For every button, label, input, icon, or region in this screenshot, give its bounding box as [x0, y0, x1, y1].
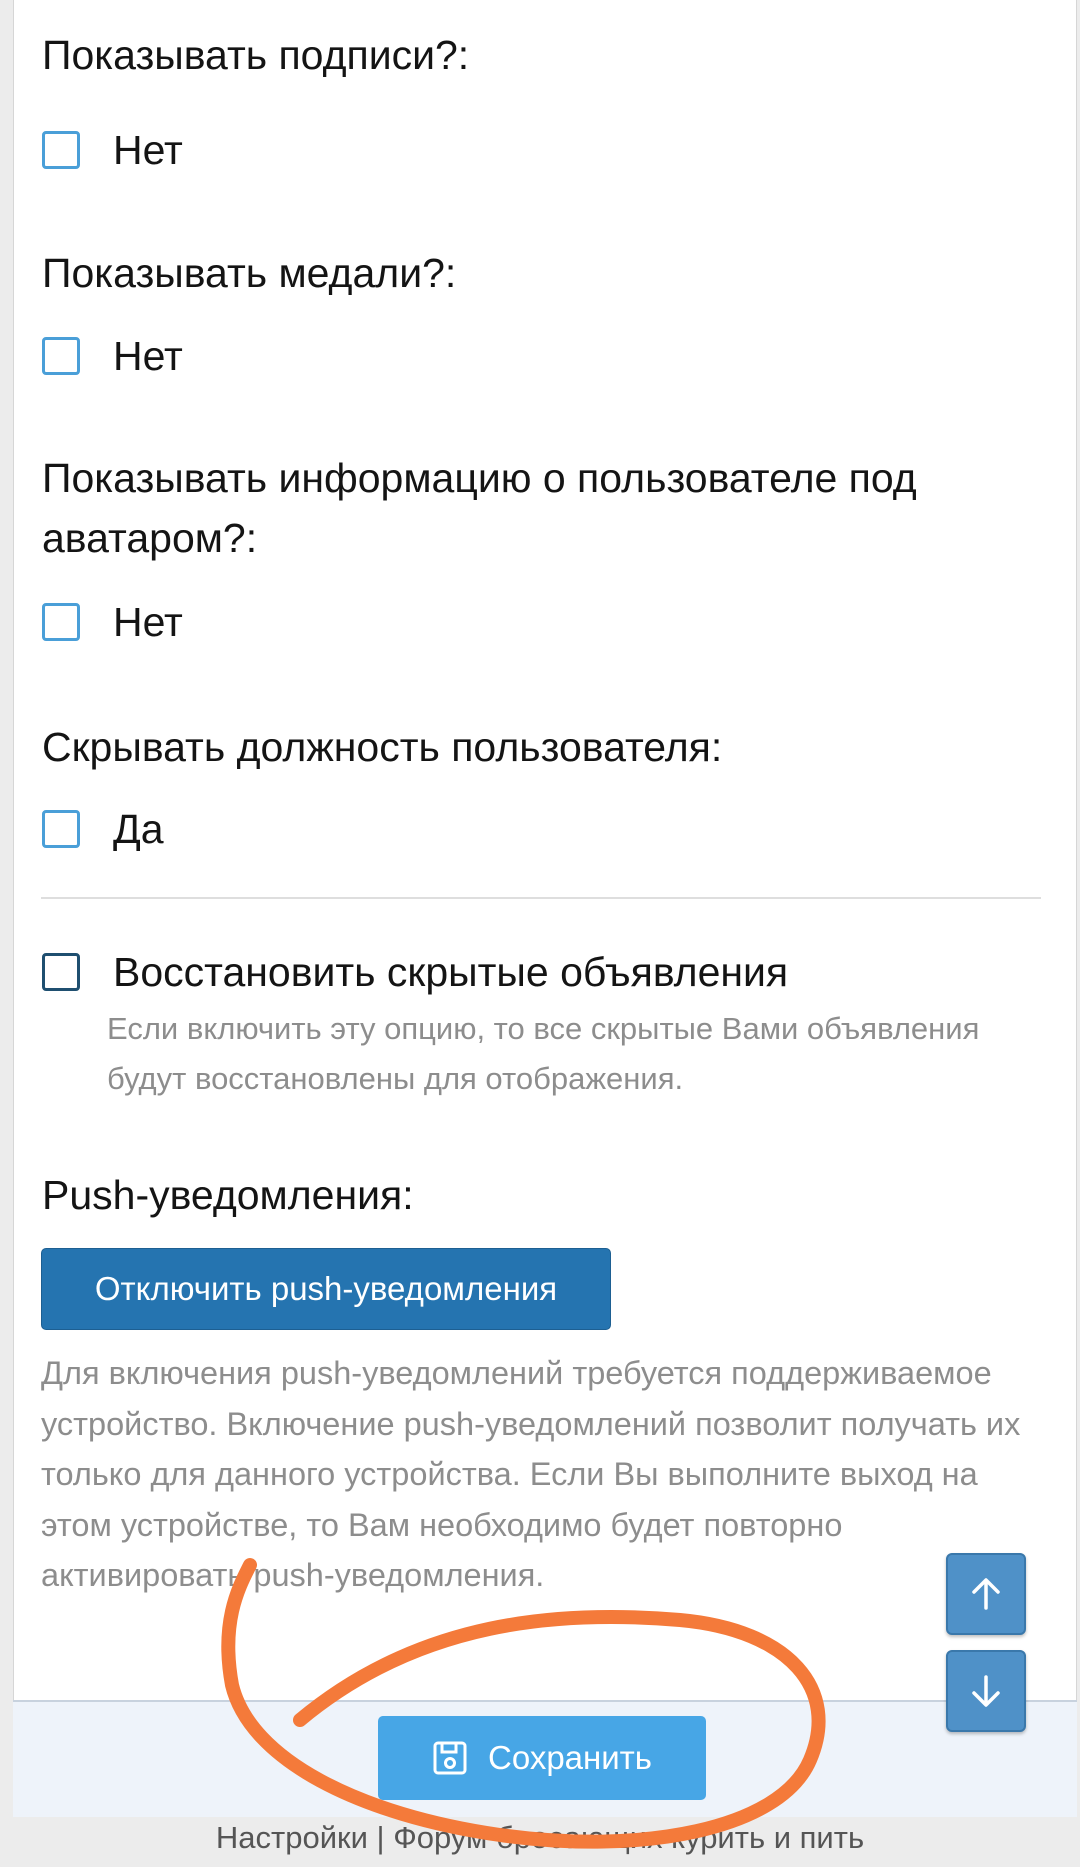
user-info-option-label: Нет [113, 598, 183, 645]
arrow-up-icon [972, 1578, 1000, 1610]
restore-notices-option[interactable]: Восстановить скрытые объявления [42, 946, 788, 998]
floppy-disk-icon [433, 1741, 467, 1775]
push-description: Для включения push-уведомлений требуется… [41, 1355, 1021, 1593]
user-info-checkbox[interactable] [42, 603, 80, 641]
signatures-question: Показывать подписи?: [42, 32, 470, 78]
save-button[interactable]: Сохранить [378, 1716, 706, 1800]
hide-title-question: Скрывать должность пользователя: [42, 724, 723, 770]
medals-question: Показывать медали?: [42, 250, 457, 296]
disable-push-button[interactable]: Отключить push-уведомления [41, 1248, 611, 1330]
hide-title-option[interactable]: Да [42, 803, 164, 855]
user-info-question: Показывать информацию о пользователе под… [42, 455, 917, 561]
arrow-down-icon [972, 1675, 1000, 1707]
scroll-down-button[interactable] [946, 1650, 1026, 1732]
user-info-option[interactable]: Нет [42, 596, 183, 648]
scroll-up-button[interactable] [946, 1553, 1026, 1635]
page-footer-breadcrumb: Настройки | Форум бросающих курить и пит… [215, 1820, 865, 1855]
signatures-checkbox[interactable] [42, 131, 80, 169]
signatures-option-label: Нет [113, 126, 183, 173]
restore-notices-label: Восстановить скрытые объявления [113, 948, 789, 995]
hide-title-option-label: Да [113, 805, 164, 852]
save-button-label: Сохранить [488, 1739, 652, 1776]
medals-checkbox[interactable] [42, 337, 80, 375]
signatures-option[interactable]: Нет [42, 124, 183, 176]
section-divider [41, 897, 1041, 899]
restore-notices-hint: Если включить эту опцию, то все скрытые … [107, 1011, 980, 1096]
hide-title-checkbox[interactable] [42, 810, 80, 848]
restore-notices-checkbox[interactable] [42, 953, 80, 991]
push-heading: Push-уведомления: [42, 1172, 414, 1218]
medals-option-label: Нет [113, 332, 183, 379]
medals-option[interactable]: Нет [42, 330, 183, 382]
